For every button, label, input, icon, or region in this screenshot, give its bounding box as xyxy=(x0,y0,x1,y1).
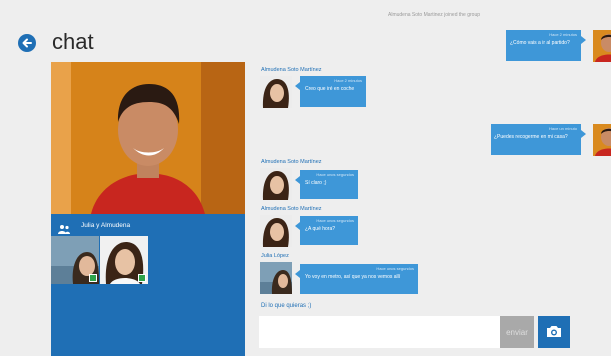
user-avatar xyxy=(593,124,611,156)
participant-avatar[interactable] xyxy=(100,236,148,284)
send-button[interactable]: enviar xyxy=(500,316,534,348)
message-bubble-outgoing: Hace un minuto ¿Puedes recogerme en mi c… xyxy=(491,124,586,155)
contact-avatar xyxy=(260,76,292,108)
back-arrow-icon xyxy=(22,38,32,48)
contact-avatar xyxy=(260,262,292,294)
message-input[interactable] xyxy=(259,316,500,348)
message-bubble-incoming: Hace unos segundos Sí claro ;) xyxy=(295,170,358,199)
message-text: ¿Cómo vais a ir al partido? xyxy=(510,40,570,46)
online-status-badge xyxy=(89,274,97,282)
message-text: ¿A qué hora? xyxy=(305,226,336,232)
message-text: Yo voy en metro, así que ya nos vemos al… xyxy=(305,274,401,280)
message-sender: Julia López xyxy=(261,253,289,259)
message-sender: Almudena Soto Martínez xyxy=(261,206,322,212)
message-timestamp: Hace unos segundos xyxy=(316,218,354,223)
message-timestamp: Hace 2 minutos xyxy=(549,32,577,37)
message-timestamp: Hace un minuto xyxy=(548,126,577,131)
contact-avatar xyxy=(260,168,292,200)
message-timestamp: Hace unos segundos xyxy=(376,266,414,271)
message-bubble-outgoing: Hace 2 minutos ¿Cómo vais a ir al partid… xyxy=(506,30,586,61)
message-text: ¿Puedes recogerme en mi casa? xyxy=(494,134,568,140)
message-bubble-incoming: Hace unos segundos ¿A qué hora? xyxy=(295,216,358,245)
contact-photo xyxy=(51,62,245,214)
contact-avatar xyxy=(260,215,292,247)
page-title: chat xyxy=(52,29,94,54)
message-text: Sí claro ;) xyxy=(305,180,327,186)
system-notification: Almudena Soto Martinez joined the group xyxy=(388,12,481,18)
camera-icon xyxy=(547,326,561,337)
compose-label: Di lo que quieras ;) xyxy=(261,303,312,309)
message-text: Creo que iré en coche xyxy=(305,86,355,92)
message-sender: Almudena Soto Martínez xyxy=(261,159,322,165)
message-sender: Almudena Soto Martínez xyxy=(261,67,322,73)
online-status-badge xyxy=(138,274,146,282)
message-timestamp: Hace unos segundos xyxy=(316,172,354,177)
message-bubble-incoming: Hace 2 minutos Creo que iré en coche xyxy=(295,76,366,107)
participant-avatar[interactable] xyxy=(51,236,99,284)
camera-button[interactable] xyxy=(538,316,570,348)
message-timestamp: Hace 2 minutos xyxy=(334,78,362,83)
user-avatar xyxy=(593,30,611,62)
conversation-name: Julia y Almudena xyxy=(81,222,131,229)
message-bubble-incoming: Hace unos segundos Yo voy en metro, así … xyxy=(295,264,418,294)
back-button[interactable] xyxy=(18,34,36,52)
